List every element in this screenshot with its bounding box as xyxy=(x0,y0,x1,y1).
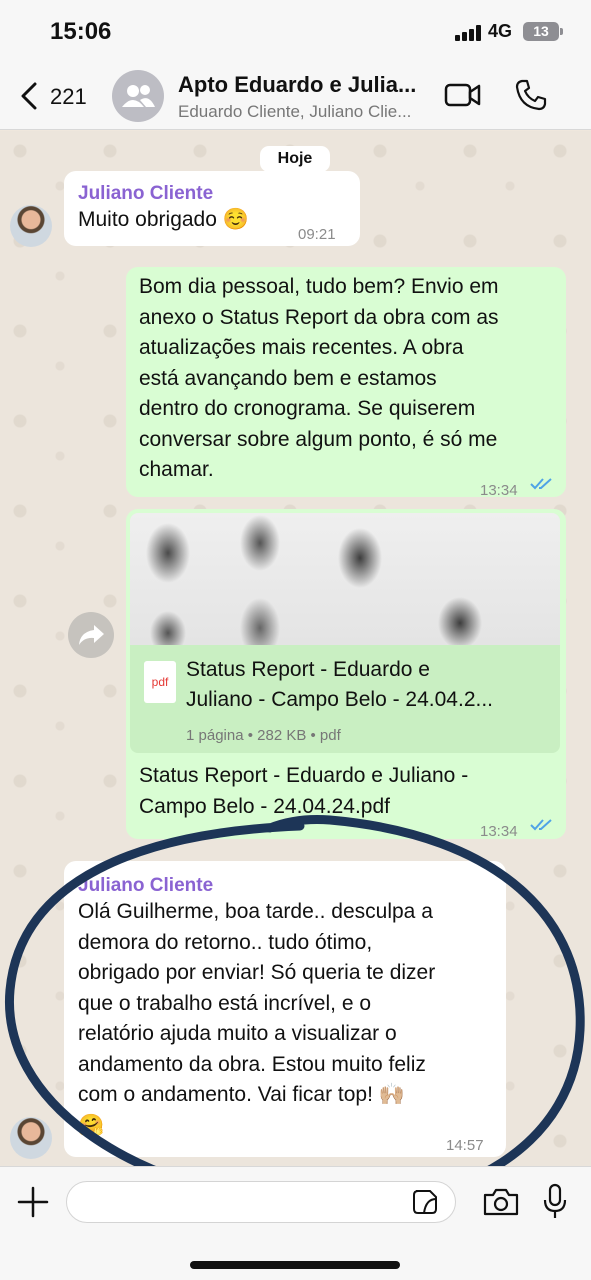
plus-icon[interactable] xyxy=(16,1185,50,1219)
message-line: atualizações mais recentes. A obra xyxy=(139,336,464,359)
caption-line: Status Report - Eduardo e Juliano - xyxy=(139,764,469,787)
message-bubble-incoming[interactable]: Juliano Cliente Muito obrigado ☺️ 09:21 xyxy=(64,171,360,246)
message-line: andamento da obra. Estou muito feliz xyxy=(78,1052,426,1076)
message-line: anexo o Status Report da obra com as xyxy=(139,305,499,329)
message-line: demora do retorno.. tudo ótimo, xyxy=(78,930,373,954)
message-time: 13:34 xyxy=(480,482,518,499)
message-line: relatório ajuda muito a visualizar o xyxy=(78,1022,397,1045)
forward-button[interactable] xyxy=(68,612,114,658)
message-text: Bom dia pessoal, tudo bem? Envio em anex… xyxy=(139,272,499,486)
battery-icon: 13 xyxy=(523,22,559,41)
message-line: 🤗 xyxy=(78,1113,105,1137)
message-line: obrigado por enviar! Só queria te dizer xyxy=(78,961,436,984)
group-icon xyxy=(122,85,155,107)
unread-count: 221 xyxy=(50,84,87,109)
camera-icon[interactable] xyxy=(482,1187,520,1217)
chat-participants[interactable]: Eduardo Cliente, Juliano Clie... xyxy=(178,102,411,122)
document-card[interactable]: pdf Status Report - Eduardo e Juliano - … xyxy=(130,645,560,753)
message-bubble-incoming[interactable]: Juliano Cliente Olá Guilherme, boa tarde… xyxy=(64,861,506,1157)
battery-tip xyxy=(560,28,563,35)
document-preview[interactable] xyxy=(130,513,560,645)
message-bubble-outgoing[interactable]: Bom dia pessoal, tudo bem? Envio em anex… xyxy=(126,267,566,499)
message-line: Bom dia pessoal, tudo bem? Envio em xyxy=(139,275,499,298)
avatar[interactable] xyxy=(10,1117,52,1159)
document-meta: 1 página • 282 KB • pdf xyxy=(186,727,341,744)
message-text: Muito obrigado ☺️ xyxy=(78,208,249,231)
message-line: chamar. xyxy=(139,458,214,481)
back-button[interactable]: 221 xyxy=(14,76,94,116)
chat-header: 221 Apto Eduardo e Julia... Eduardo Clie… xyxy=(0,62,591,130)
group-avatar[interactable] xyxy=(112,70,164,122)
home-indicator xyxy=(190,1261,400,1269)
chevron-left-icon xyxy=(21,82,37,110)
microphone-icon[interactable] xyxy=(542,1183,568,1221)
document-name-line: Juliano - Campo Belo - 24.04.2... xyxy=(186,688,494,711)
message-line: conversar sobre algum ponto, é só me xyxy=(139,427,498,451)
date-separator: Hoje xyxy=(260,146,330,172)
network-type: 4G xyxy=(488,21,513,41)
phone-icon[interactable] xyxy=(514,78,548,112)
message-line: Olá Guilherme, boa tarde.. desculpa a xyxy=(78,900,433,923)
message-input[interactable] xyxy=(66,1181,456,1223)
message-line: dentro do cronograma. Se quiserem xyxy=(139,397,476,420)
video-call-icon[interactable] xyxy=(444,80,482,110)
message-line: que o trabalho está incrível, e o xyxy=(78,991,372,1015)
sticker-icon[interactable] xyxy=(412,1189,438,1215)
read-ticks-icon xyxy=(530,819,552,831)
message-line: está avançando bem e estamos xyxy=(139,366,437,390)
caption-line: Campo Belo - 24.04.24.pdf xyxy=(139,794,390,818)
signal-icon xyxy=(455,25,483,41)
document-name: Status Report - Eduardo e Juliano - Camp… xyxy=(186,655,552,715)
forward-icon xyxy=(79,625,104,645)
status-bar: 15:06 4G 13 xyxy=(0,0,591,62)
pdf-file-icon: pdf xyxy=(144,661,176,703)
message-time: 09:21 xyxy=(298,226,336,243)
message-time: 14:57 xyxy=(446,1137,484,1154)
avatar[interactable] xyxy=(10,205,52,247)
chat-title[interactable]: Apto Eduardo e Julia... xyxy=(178,72,416,98)
document-message[interactable]: pdf Status Report - Eduardo e Juliano - … xyxy=(126,509,566,840)
document-name-line: Status Report - Eduardo e xyxy=(186,658,430,681)
status-time: 15:06 xyxy=(50,18,112,45)
message-text: Olá Guilherme, boa tarde.. desculpa a de… xyxy=(78,897,435,1141)
document-caption: Status Report - Eduardo e Juliano - Camp… xyxy=(139,761,468,822)
chat-area[interactable]: Hoje Juliano Cliente Muito obrigado ☺️ 0… xyxy=(0,131,591,1166)
read-ticks-icon xyxy=(530,478,552,490)
message-input-bar xyxy=(0,1166,591,1280)
message-time: 13:34 xyxy=(480,823,518,840)
message-line: com o andamento. Vai ficar top! 🙌🏼 xyxy=(78,1083,405,1106)
